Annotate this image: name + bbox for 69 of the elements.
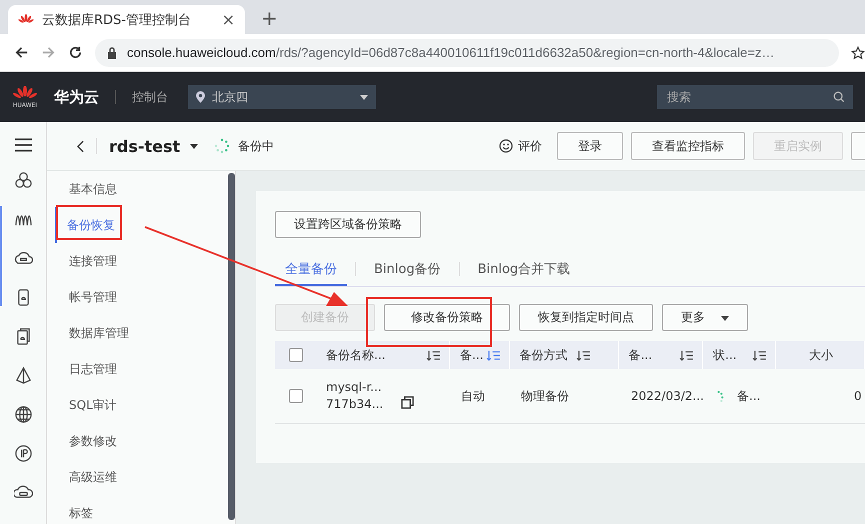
globe-icon[interactable] xyxy=(14,405,32,424)
status-text: 备... xyxy=(737,388,760,404)
spinner-icon xyxy=(716,390,725,402)
sort-icon[interactable] xyxy=(576,350,591,360)
column-header[interactable]: 大小 xyxy=(808,346,833,364)
sort-icon[interactable] xyxy=(752,350,767,360)
spinner-icon xyxy=(214,138,230,154)
flower-logo-icon xyxy=(18,14,34,26)
column-header[interactable]: 备... xyxy=(460,346,484,364)
nav-item[interactable]: SQL审计 xyxy=(47,387,228,423)
sort-icon[interactable] xyxy=(426,350,441,360)
console-link[interactable]: 控制台 xyxy=(132,88,168,106)
table-cell-text: 0 xyxy=(853,389,863,403)
url-path: /rds/?agencyId=06d87c8a440010611f19c011d6632a50&region=cn-north-4&locale=z… xyxy=(276,45,774,60)
reload-icon[interactable] xyxy=(68,45,83,60)
nav-item[interactable]: 帐号管理 xyxy=(47,279,228,315)
new-tab-button[interactable]: + xyxy=(261,6,278,30)
url-host: console.huaweicloud.com xyxy=(127,45,276,60)
scrollbar[interactable] xyxy=(228,173,235,520)
brand-name[interactable]: 华为云 xyxy=(54,88,99,106)
star-icon[interactable] xyxy=(851,46,865,60)
column-header[interactable]: 备份名称... xyxy=(326,346,386,364)
browser-tab[interactable]: 云数据库RDS-管理控制台 × xyxy=(8,5,245,34)
cross-region-button[interactable]: 设置跨区域备份策略 xyxy=(275,211,421,238)
column-header[interactable]: 备份方式 xyxy=(520,346,568,364)
smiley-icon xyxy=(499,139,513,153)
nav-item[interactable]: 高级运维 xyxy=(47,459,228,495)
copy-icon[interactable] xyxy=(401,396,414,408)
tab[interactable]: 全量备份 xyxy=(275,252,347,286)
column-header[interactable]: 备... xyxy=(628,346,652,364)
header-button[interactable]: 登录 xyxy=(557,132,623,160)
action-button[interactable]: 更多 xyxy=(662,304,748,331)
row-checkbox[interactable] xyxy=(288,389,302,403)
back-chevron-icon[interactable] xyxy=(77,140,84,152)
nav-item[interactable]: 参数修改 xyxy=(47,423,228,459)
nav-item[interactable]: 连接管理 xyxy=(47,243,228,279)
search-icon[interactable] xyxy=(833,91,845,103)
location-pin-icon xyxy=(196,91,205,103)
region-dropdown[interactable]: 北京四 xyxy=(188,85,376,109)
highlight-box xyxy=(56,205,122,240)
backup-name[interactable]: mysql-r... 717b34... xyxy=(326,379,384,413)
rate-link[interactable]: 评价 xyxy=(499,138,542,154)
instance-status: 备份中 xyxy=(238,138,274,154)
pyramid-icon[interactable] xyxy=(14,366,32,385)
menu-icon[interactable] xyxy=(14,137,32,153)
ip-icon[interactable] xyxy=(14,444,32,463)
table-cell-text: 自动 xyxy=(460,388,486,404)
close-icon[interactable]: × xyxy=(222,10,235,29)
header-button[interactable]: 查看监控指标 xyxy=(631,132,745,160)
tab[interactable]: Binlog备份 xyxy=(364,252,451,286)
action-button[interactable]: 恢复到指定时间点 xyxy=(519,304,653,331)
tab-title: 云数据库RDS-管理控制台 xyxy=(42,12,192,28)
lock-icon xyxy=(107,46,117,58)
cluster-icon[interactable] xyxy=(14,171,32,190)
search-field[interactable]: 搜索 xyxy=(657,85,853,109)
nav-item[interactable]: 数据库管理 xyxy=(47,315,228,351)
address-bar[interactable]: console.huaweicloud.com/rds/?agencyId=06d87c8a440010611f19c011d6632a50&region=cn-north-4&locale=z… xyxy=(95,38,839,66)
instance-name: rds-test xyxy=(109,136,180,156)
back-arrow-icon[interactable] xyxy=(14,45,29,60)
tab[interactable]: Binlog合并下载 xyxy=(468,252,580,286)
table-cell-text: 2022/03/2... xyxy=(630,389,705,403)
nav-item[interactable]: 基本信息 xyxy=(47,171,228,207)
action-button[interactable]: 修改备份策略 xyxy=(384,304,510,331)
select-all-checkbox[interactable] xyxy=(288,348,302,362)
nav-item[interactable]: 日志管理 xyxy=(47,351,228,387)
column-header[interactable]: 状... xyxy=(713,346,737,364)
nav-item[interactable]: 标签 xyxy=(47,495,228,524)
sort-icon[interactable] xyxy=(679,350,694,360)
table-cell-text: 物理备份 xyxy=(520,388,570,404)
